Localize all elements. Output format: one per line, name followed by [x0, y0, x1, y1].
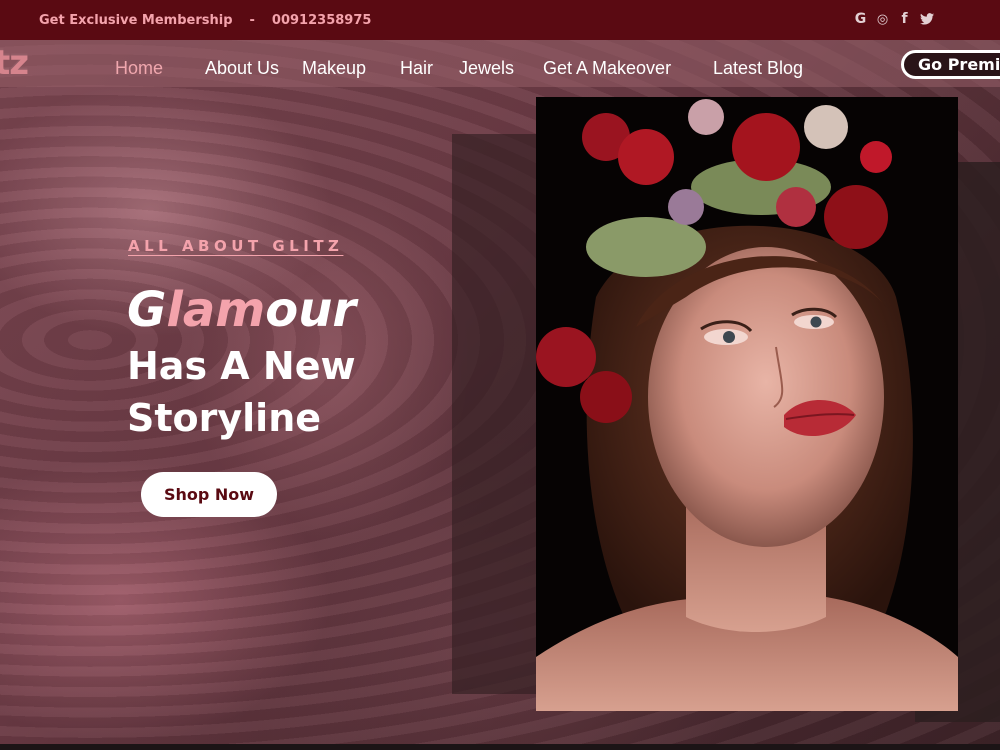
nav-item-makeup[interactable]: Makeup	[302, 58, 366, 79]
google-icon[interactable]: G	[853, 10, 868, 28]
main-nav: tz Home About Us Makeup Hair Jewels Get …	[0, 40, 1000, 87]
instagram-icon[interactable]: ◎	[875, 10, 890, 28]
phone-number[interactable]: 00912358975	[272, 13, 372, 28]
headline-pink: lam	[166, 282, 266, 338]
nav-item-get-a-makeover[interactable]: Get A Makeover	[543, 58, 671, 79]
shop-now-button[interactable]: Shop Now	[141, 472, 277, 517]
headline-line-1: Glamour	[127, 280, 356, 340]
nav-item-jewels[interactable]: Jewels	[459, 58, 514, 79]
headline-rest: our	[265, 282, 357, 338]
headline-line-3: Storyline	[127, 396, 322, 440]
headline-g: G	[127, 282, 167, 338]
nav-item-about-us[interactable]: About Us	[205, 58, 279, 79]
twitter-icon[interactable]	[919, 10, 934, 28]
bottom-strip	[0, 744, 1000, 750]
site-logo[interactable]: tz	[0, 46, 29, 80]
social-links: G ◎ f	[853, 10, 934, 28]
nav-item-hair[interactable]: Hair	[400, 58, 433, 79]
membership-link[interactable]: Get Exclusive Membership	[39, 13, 233, 28]
hero-portrait-image	[536, 97, 958, 711]
facebook-icon[interactable]: f	[897, 10, 912, 28]
go-premium-button[interactable]: Go Premium	[901, 50, 1000, 79]
nav-item-latest-blog[interactable]: Latest Blog	[713, 58, 803, 79]
separator: -	[249, 12, 255, 28]
nav-item-home[interactable]: Home	[115, 58, 163, 79]
hero-headline: Glamour Has A New Storyline	[127, 280, 356, 444]
top-bar: Get Exclusive Membership - 00912358975 G…	[0, 0, 1000, 40]
headline-line-2: Has A New	[127, 344, 356, 388]
hero-eyebrow-link[interactable]: ALL ABOUT GLITZ	[128, 237, 343, 255]
